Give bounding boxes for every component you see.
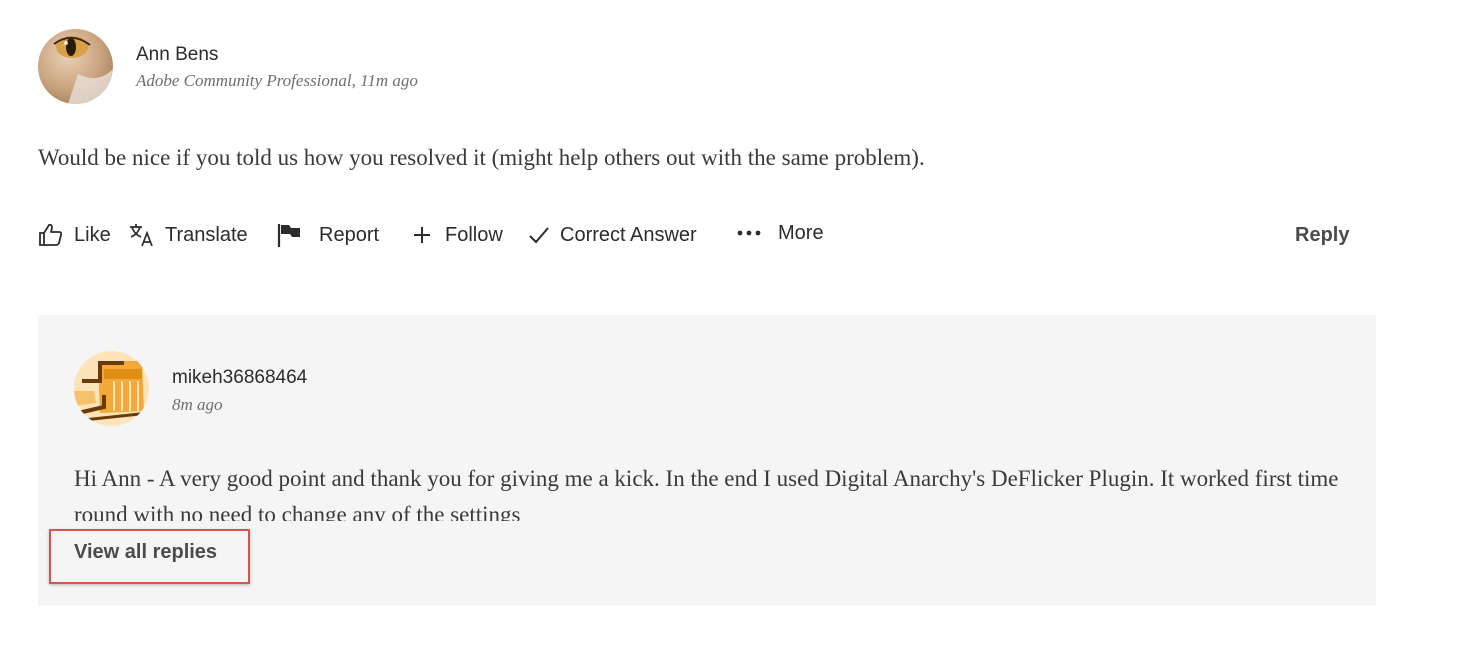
building-avatar-image [74,351,149,426]
more-label: More [778,221,824,244]
report-label: Report [319,223,380,246]
like-button[interactable]: Like [38,218,111,252]
thumbs-up-icon [39,223,63,246]
reply-container: mikeh36868464 8m ago Hi Ann - A very goo… [38,315,1376,606]
author-avatar[interactable] [38,29,113,104]
more-button[interactable]: More [737,216,824,250]
report-button[interactable]: Report [276,218,379,252]
comment-author-name[interactable]: Ann Bens [136,44,218,66]
translate-label: Translate [165,223,248,246]
reply-button[interactable]: Reply [1295,218,1349,252]
plus-icon [414,227,430,243]
cat-eye-avatar-image [38,29,113,104]
translate-button[interactable]: Translate [129,218,248,252]
follow-label: Follow [445,223,503,246]
translate-icon [130,224,153,247]
reply-author-name[interactable]: mikeh36868464 [172,367,307,389]
flag-icon [277,224,300,247]
reply-author-meta: 8m ago [172,395,223,414]
like-label: Like [74,223,111,246]
comment-body: Would be nice if you told us how you res… [38,145,925,170]
reply-author-avatar[interactable] [74,351,149,426]
ellipsis-icon [737,230,761,236]
correct-answer-label: Correct Answer [560,223,697,246]
follow-button[interactable]: Follow [412,218,503,252]
checkmark-icon [529,227,549,244]
correct-answer-button[interactable]: Correct Answer [528,218,697,252]
view-all-replies-link[interactable]: View all replies [74,541,217,564]
reply-body-wrapper: Hi Ann - A very good point and thank you… [74,461,1354,521]
reply-body: Hi Ann - A very good point and thank you… [74,466,1339,521]
comment-author-meta: Adobe Community Professional, 11m ago [136,71,418,90]
